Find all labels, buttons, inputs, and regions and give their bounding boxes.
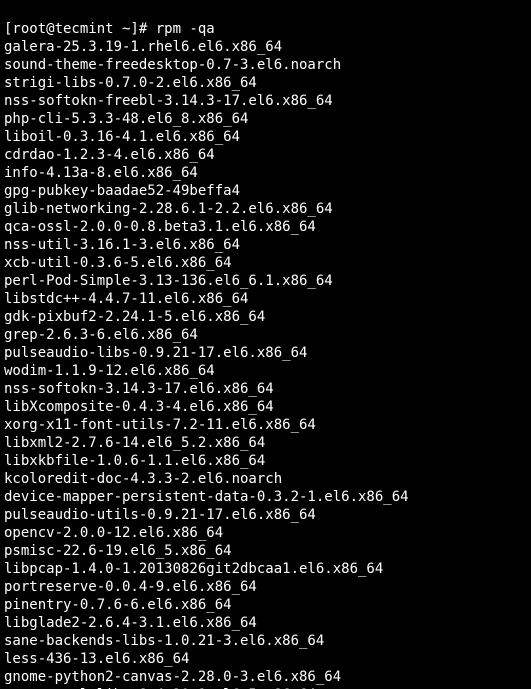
output-line: libXcomposite-0.4.3-4.el6.x86_64 (4, 398, 527, 416)
output-line: opencv-2.0.0-12.el6.x86_64 (4, 524, 527, 542)
output-line: liboil-0.3.16-4.1.el6.x86_64 (4, 128, 527, 146)
output-line: libxkbfile-1.0.6-1.1.el6.x86_64 (4, 452, 527, 470)
output-line: libglade2-2.6.4-3.1.el6.x86_64 (4, 614, 527, 632)
output-line: psmisc-22.6-19.el6_5.x86_64 (4, 542, 527, 560)
output-line: xorg-x11-font-utils-7.2-11.el6.x86_64 (4, 416, 527, 434)
output-line: grep-2.6.3-6.el6.x86_64 (4, 326, 527, 344)
prompt-line: [root@tecmint ~]# rpm -qa (4, 20, 527, 38)
output-line: libpcap-1.4.0-1.20130826git2dbcaa1.el6.x… (4, 560, 527, 578)
terminal-window[interactable]: [root@tecmint ~]# rpm -qagalera-25.3.19-… (0, 0, 531, 689)
output-line: gpg-pubkey-baadae52-49beffa4 (4, 182, 527, 200)
output-line: pulseaudio-libs-0.9.21-17.el6.x86_64 (4, 344, 527, 362)
shell-prompt: [root@tecmint ~]# (4, 21, 156, 37)
output-line: libstdc++-4.4.7-11.el6.x86_64 (4, 290, 527, 308)
output-line: kcoloredit-doc-4.3.3-2.el6.noarch (4, 470, 527, 488)
output-line: less-436-13.el6.x86_64 (4, 650, 527, 668)
output-line: device-mapper-persistent-data-0.3.2-1.el… (4, 488, 527, 506)
output-line: libxml2-2.7.6-14.el6_5.2.x86_64 (4, 434, 527, 452)
output-line: sane-backends-libs-1.0.21-3.el6.x86_64 (4, 632, 527, 650)
output-line: xcb-util-0.3.6-5.el6.x86_64 (4, 254, 527, 272)
output-line: gnome-python2-canvas-2.28.0-3.el6.x86_64 (4, 668, 527, 686)
output-line: php-cli-5.3.3-48.el6_8.x86_64 (4, 110, 527, 128)
output-line: glib-networking-2.28.6.1-2.2.el6.x86_64 (4, 200, 527, 218)
output-line: nss-util-3.16.1-3.el6.x86_64 (4, 236, 527, 254)
output-line: qca-ossl-2.0.0-0.8.beta3.1.el6.x86_64 (4, 218, 527, 236)
output-line: gdk-pixbuf2-2.24.1-5.el6.x86_64 (4, 308, 527, 326)
output-line: info-4.13a-8.el6.x86_64 (4, 164, 527, 182)
output-line: wodim-1.1.9-12.el6.x86_64 (4, 362, 527, 380)
output-line: strigi-libs-0.7.0-2.el6.x86_64 (4, 74, 527, 92)
output-line: portreserve-0.0.4-9.el6.x86_64 (4, 578, 527, 596)
output-line: perl-Pod-Simple-3.13-136.el6_6.1.x86_64 (4, 272, 527, 290)
output-line: cdrdao-1.2.3-4.el6.x86_64 (4, 146, 527, 164)
output-line: sound-theme-freedesktop-0.7-3.el6.noarch (4, 56, 527, 74)
output-line: nss-softokn-freebl-3.14.3-17.el6.x86_64 (4, 92, 527, 110)
output-line: pinentry-0.7.6-6.el6.x86_64 (4, 596, 527, 614)
output-line: nss-softokn-3.14.3-17.el6.x86_64 (4, 380, 527, 398)
command-text: rpm -qa (156, 21, 215, 37)
output-line: pulseaudio-utils-0.9.21-17.el6.x86_64 (4, 506, 527, 524)
output-line: galera-25.3.19-1.rhel6.el6.x86_64 (4, 38, 527, 56)
